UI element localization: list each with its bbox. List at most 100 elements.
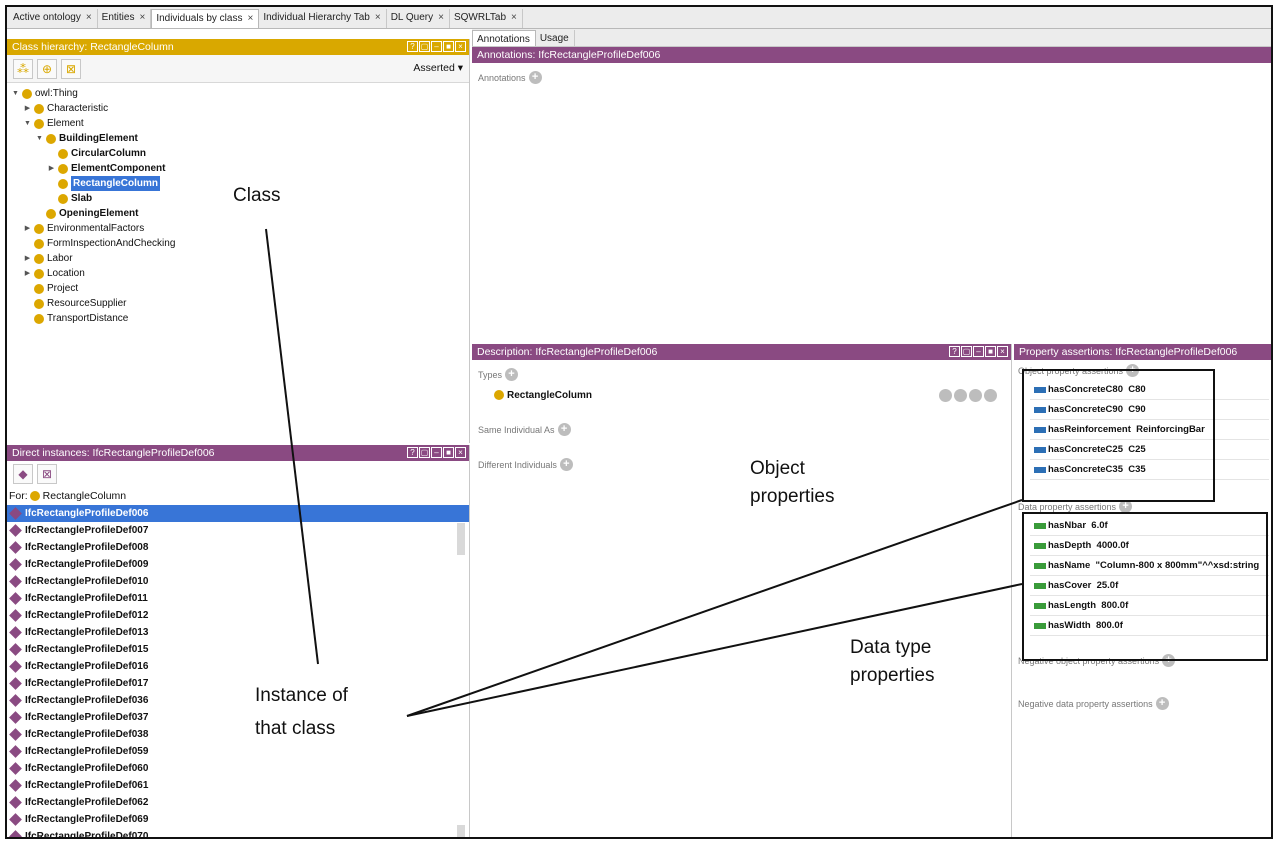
asserted-dropdown[interactable]: Asserted ▾	[413, 62, 463, 74]
list-item[interactable]: IfcRectangleProfileDef008	[7, 539, 469, 556]
list-item[interactable]: IfcRectangleProfileDef016	[7, 658, 469, 675]
expanded-icon[interactable]: ▼	[11, 86, 20, 101]
tree-node[interactable]: ResourceSupplier	[11, 296, 465, 311]
instance-list-scrollbar-bottom[interactable]	[457, 825, 465, 837]
tree-node[interactable]: ▶ EnvironmentalFactors	[11, 221, 465, 236]
minimize-icon[interactable]: –	[431, 447, 442, 458]
maximize-icon[interactable]: ■	[443, 41, 454, 52]
tab-close-icon[interactable]: ×	[139, 12, 145, 23]
tab-close-icon[interactable]: ×	[511, 12, 517, 23]
type-row[interactable]: RectangleColumn	[478, 385, 1005, 405]
add-different-individual-icon[interactable]: +	[559, 458, 573, 471]
class-icon	[34, 283, 44, 294]
tree-node[interactable]: Project	[11, 281, 465, 296]
tab-entities[interactable]: Entities ×	[97, 9, 152, 28]
collapsed-icon[interactable]: ▶	[23, 266, 32, 281]
list-item[interactable]: IfcRectangleProfileDef009	[7, 556, 469, 573]
collapsed-icon[interactable]: ▶	[23, 101, 32, 116]
close-icon[interactable]: ×	[455, 447, 466, 458]
tree-node[interactable]: TransportDistance	[11, 311, 465, 326]
maximize-icon[interactable]: ■	[985, 346, 996, 357]
restore-icon[interactable]: ▢	[419, 447, 430, 458]
list-item[interactable]: IfcRectangleProfileDef013	[7, 624, 469, 641]
object-properties-box	[1022, 369, 1215, 502]
minimize-icon[interactable]: –	[973, 346, 984, 357]
add-type-icon[interactable]: +	[505, 368, 519, 381]
type-row-actions[interactable]	[939, 388, 997, 402]
list-item[interactable]: IfcRectangleProfileDef011	[7, 590, 469, 607]
tab-label: DL Query	[390, 12, 434, 23]
tab-individuals-by-class[interactable]: Individuals by class ×	[151, 9, 260, 28]
tab-annotations[interactable]: Annotations	[472, 30, 536, 46]
add-same-individual-icon[interactable]: +	[557, 423, 571, 436]
add-subclass-button[interactable]: ⁂	[13, 58, 33, 79]
tab-active-ontology[interactable]: Active ontology ×	[9, 9, 98, 28]
annotate-icon[interactable]	[954, 388, 967, 402]
class-icon	[34, 223, 44, 234]
tab-close-icon[interactable]: ×	[86, 12, 92, 23]
tree-node[interactable]: ▼ owl:Thing	[11, 86, 465, 101]
tree-node-label: FormInspectionAndChecking	[47, 238, 176, 249]
tab-individual-hierarchy-tab[interactable]: Individual Hierarchy Tab ×	[259, 9, 387, 28]
tree-node[interactable]: ▼ BuildingElement	[11, 131, 465, 146]
tree-node[interactable]: CircularColumn	[11, 146, 465, 161]
collapsed-icon[interactable]: ▶	[47, 161, 56, 176]
list-item[interactable]: IfcRectangleProfileDef070	[7, 828, 469, 837]
tree-node[interactable]: ▶ Location	[11, 266, 465, 281]
minimize-icon[interactable]: –	[431, 41, 442, 52]
list-item[interactable]: IfcRectangleProfileDef037	[7, 709, 469, 726]
help-icon[interactable]: ?	[949, 346, 960, 357]
restore-icon[interactable]: ▢	[419, 41, 430, 52]
collapsed-icon[interactable]: ▶	[23, 251, 32, 266]
maximize-icon[interactable]: ■	[443, 447, 454, 458]
tab-sqwrltab[interactable]: SQWRLTab ×	[449, 9, 523, 28]
window-controls[interactable]: ? ▢ – ■ ×	[949, 346, 1008, 357]
add-individual-button[interactable]: ◆	[13, 464, 33, 484]
delete-class-button[interactable]: ⊠	[61, 58, 81, 79]
tab-close-icon[interactable]: ×	[247, 13, 253, 24]
window-controls[interactable]: ? ▢ – ■ ×	[407, 447, 466, 458]
tab-close-icon[interactable]: ×	[375, 12, 381, 23]
help-icon[interactable]: ?	[407, 41, 418, 52]
tab-close-icon[interactable]: ×	[438, 12, 444, 23]
edit-icon[interactable]	[984, 388, 997, 402]
tab-dl-query[interactable]: DL Query ×	[386, 9, 450, 28]
restore-icon[interactable]: ▢	[961, 346, 972, 357]
list-item[interactable]: IfcRectangleProfileDef015	[7, 641, 469, 658]
help-icon[interactable]: ?	[407, 447, 418, 458]
tree-node[interactable]: FormInspectionAndChecking	[11, 236, 465, 251]
description-body: Types + RectangleColumn Same Individual …	[472, 360, 1011, 479]
list-item[interactable]: IfcRectangleProfileDef010	[7, 573, 469, 590]
tree-node[interactable]: ▶ Characteristic	[11, 101, 465, 116]
tree-node[interactable]: ▶ Labor	[11, 251, 465, 266]
list-item[interactable]: IfcRectangleProfileDef036	[7, 692, 469, 709]
window-controls[interactable]: ? ▢ – ■ ×	[407, 41, 466, 52]
list-item[interactable]: IfcRectangleProfileDef038	[7, 726, 469, 743]
add-annotation-icon[interactable]: +	[528, 71, 542, 84]
explain-icon[interactable]	[939, 388, 952, 402]
instance-label: IfcRectangleProfileDef061	[25, 780, 149, 791]
add-sibling-button[interactable]: ⊕	[37, 58, 57, 79]
delete-icon[interactable]	[969, 388, 982, 402]
list-item[interactable]: IfcRectangleProfileDef069	[7, 811, 469, 828]
list-item[interactable]: IfcRectangleProfileDef059	[7, 743, 469, 760]
instance-list-scrollbar[interactable]	[457, 523, 465, 555]
list-item[interactable]: IfcRectangleProfileDef006	[7, 505, 469, 522]
collapsed-icon[interactable]: ▶	[23, 221, 32, 236]
list-item[interactable]: IfcRectangleProfileDef012	[7, 607, 469, 624]
tab-usage[interactable]: Usage	[535, 30, 575, 46]
list-item[interactable]: IfcRectangleProfileDef007	[7, 522, 469, 539]
list-item[interactable]: IfcRectangleProfileDef060	[7, 760, 469, 777]
expanded-icon[interactable]: ▼	[23, 116, 32, 131]
expanded-icon[interactable]: ▼	[35, 131, 44, 146]
add-negative-data-icon[interactable]: +	[1155, 697, 1169, 710]
tree-node[interactable]: ▶ ElementComponent	[11, 161, 465, 176]
tree-node[interactable]: ▼ Element	[11, 116, 465, 131]
delete-individual-button[interactable]: ⊠	[37, 464, 57, 484]
close-icon[interactable]: ×	[997, 346, 1008, 357]
list-item[interactable]: IfcRectangleProfileDef061	[7, 777, 469, 794]
list-item[interactable]: IfcRectangleProfileDef017	[7, 675, 469, 692]
delete-icon: ⊠	[41, 467, 53, 481]
close-icon[interactable]: ×	[455, 41, 466, 52]
list-item[interactable]: IfcRectangleProfileDef062	[7, 794, 469, 811]
